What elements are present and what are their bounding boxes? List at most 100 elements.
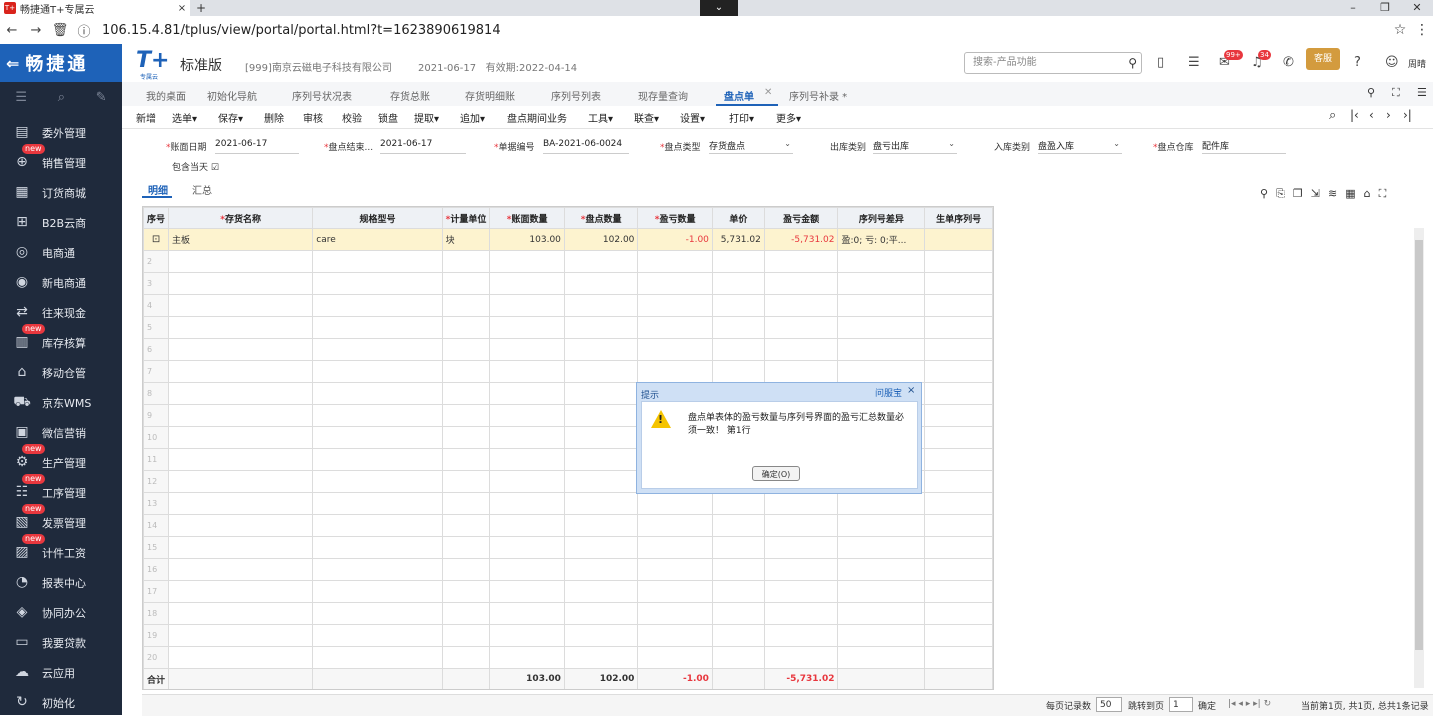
count-type-select[interactable]: 存货盘点 ⌄ <box>709 139 793 154</box>
toolbar-button[interactable]: 盘点期间业务 <box>507 110 567 125</box>
cell[interactable] <box>711 624 765 647</box>
cell[interactable] <box>637 250 713 273</box>
cell[interactable] <box>711 316 765 339</box>
pager-nav-icons[interactable]: |◂ ◂ ▸ ▸| ↻ <box>1228 699 1271 709</box>
cell[interactable] <box>312 338 443 361</box>
cell[interactable] <box>312 536 443 559</box>
cell[interactable] <box>312 624 443 647</box>
cell[interactable]: 102.00 <box>563 228 639 251</box>
cell[interactable] <box>837 514 926 537</box>
row-number[interactable]: 6 <box>143 338 170 361</box>
jump-page-input[interactable]: 1 <box>1169 697 1193 712</box>
row-number[interactable]: 15 <box>143 536 170 559</box>
cell[interactable] <box>441 646 491 669</box>
cell[interactable] <box>489 470 565 493</box>
page-tab[interactable]: 盘点单 <box>724 88 754 103</box>
cell[interactable] <box>312 514 443 537</box>
home-icon[interactable]: ⌂ <box>1364 187 1371 201</box>
row-number[interactable]: 19 <box>143 624 170 647</box>
toolbar-button[interactable]: 保存▾ <box>218 110 243 125</box>
cell[interactable] <box>168 624 314 647</box>
cell[interactable] <box>837 602 926 625</box>
cell[interactable] <box>924 514 993 537</box>
cell[interactable] <box>441 602 491 625</box>
cell[interactable] <box>489 338 565 361</box>
cell[interactable] <box>637 624 713 647</box>
cell[interactable] <box>168 580 314 603</box>
cell[interactable] <box>312 272 443 295</box>
cell[interactable] <box>837 294 926 317</box>
cell[interactable] <box>763 316 839 339</box>
cell[interactable] <box>168 602 314 625</box>
fullscreen-icon[interactable]: ⛶ <box>1392 86 1400 100</box>
cell[interactable] <box>637 580 713 603</box>
cell[interactable] <box>168 404 314 427</box>
filter-icon[interactable]: ≋ <box>1328 187 1337 201</box>
back-icon[interactable]: ← <box>0 23 24 38</box>
cell[interactable] <box>711 514 765 537</box>
sidebar-item[interactable]: ▣ 微信营销 <box>0 418 122 448</box>
browser-tab[interactable]: T+ 畅捷通T+专属云 × <box>0 0 190 16</box>
cell[interactable] <box>441 426 491 449</box>
row-number[interactable]: 7 <box>143 360 170 383</box>
cell[interactable] <box>563 558 639 581</box>
cell[interactable] <box>924 492 993 515</box>
cell[interactable] <box>763 536 839 559</box>
cell[interactable] <box>489 404 565 427</box>
warehouse-field[interactable]: 配件库 <box>1202 139 1286 154</box>
sidebar-item[interactable]: ☁ 云应用 <box>0 658 122 688</box>
cell[interactable] <box>763 250 839 273</box>
sidebar-item[interactable]: ◈ 协同办公 <box>0 598 122 628</box>
maximize-icon[interactable]: ❐ <box>1369 0 1401 16</box>
book-date-field[interactable]: 2021-06-17 <box>215 139 299 154</box>
doc-no-field[interactable]: BA-2021-06-0024 <box>543 139 629 154</box>
table-row[interactable]: 18 <box>143 602 993 625</box>
cell[interactable] <box>441 404 491 427</box>
cell[interactable] <box>168 294 314 317</box>
sidebar-item[interactable]: ☷ new 工序管理 <box>0 474 122 508</box>
cell[interactable] <box>312 558 443 581</box>
cell[interactable] <box>312 492 443 515</box>
sidebar-item[interactable]: ▭ 我要贷款 <box>0 628 122 658</box>
cell[interactable] <box>924 360 993 383</box>
table-row[interactable]: 15 <box>143 536 993 559</box>
toolbar-button[interactable]: 锁盘 <box>378 110 398 125</box>
cell[interactable] <box>924 470 993 493</box>
cell[interactable] <box>563 624 639 647</box>
cell[interactable] <box>489 382 565 405</box>
end-date-field[interactable]: 2021-06-17 <box>380 139 466 154</box>
mobile-icon[interactable]: ▯ <box>1157 55 1164 70</box>
row-number[interactable]: 13 <box>143 492 170 515</box>
cell[interactable] <box>489 250 565 273</box>
cell[interactable] <box>168 536 314 559</box>
product-search-input[interactable]: 搜索-产品功能 ⚲ <box>964 52 1142 74</box>
cell[interactable] <box>924 228 993 251</box>
table-row[interactable]: 20 <box>143 646 993 669</box>
last-record-icon[interactable]: ›| <box>1403 108 1412 122</box>
cell[interactable] <box>924 316 993 339</box>
cell[interactable] <box>837 316 926 339</box>
cell[interactable] <box>711 250 765 273</box>
cell[interactable] <box>924 338 993 361</box>
row-number[interactable]: 17 <box>143 580 170 603</box>
back-arrow-icon[interactable]: ⇐ <box>6 54 19 73</box>
row-number[interactable]: 16 <box>143 558 170 581</box>
sidebar-item[interactable]: ◔ 报表中心 <box>0 568 122 598</box>
cell[interactable] <box>489 646 565 669</box>
cell[interactable] <box>312 316 443 339</box>
cell[interactable] <box>489 536 565 559</box>
table-row[interactable]: 14 <box>143 514 993 537</box>
copy-icon[interactable]: ⎘ <box>1276 187 1285 201</box>
cell[interactable] <box>563 250 639 273</box>
page-tab[interactable]: 初始化导航 <box>207 88 257 103</box>
row-number[interactable]: 18 <box>143 602 170 625</box>
row-number[interactable]: 5 <box>143 316 170 339</box>
dialog-ok-button[interactable]: 确定(O) <box>752 466 800 481</box>
row-number[interactable]: 9 <box>143 404 170 427</box>
cell[interactable] <box>637 272 713 295</box>
edit-icon[interactable]: ✎ <box>96 90 107 105</box>
search-sidebar-icon[interactable]: ⌕ <box>58 90 65 105</box>
cell[interactable]: 主板 <box>168 228 314 251</box>
page-tab[interactable]: 存货总账 <box>390 88 430 103</box>
cell[interactable] <box>489 558 565 581</box>
